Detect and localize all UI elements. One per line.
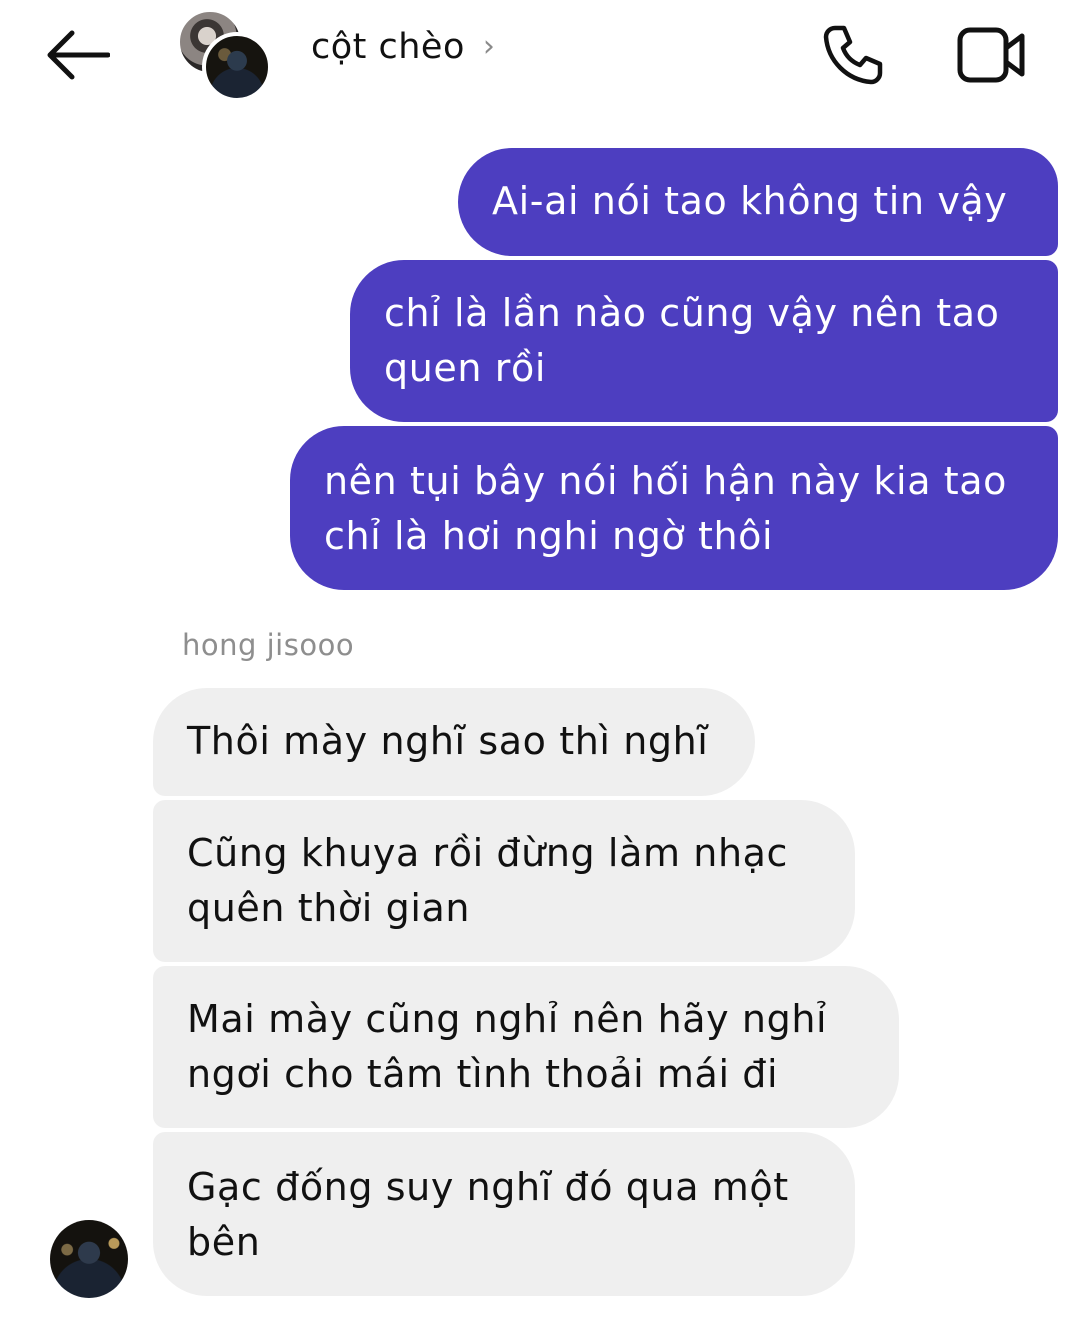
outgoing-message[interactable]: chỉ là lần nào cũng vậy nên tao quen rồi (350, 260, 1058, 422)
message-line: quên thời gian (187, 886, 471, 930)
back-button[interactable] (40, 22, 114, 88)
message-line: Ai-ai nói tao không tin vậy (492, 179, 1008, 223)
video-call-button[interactable] (952, 20, 1032, 90)
video-camera-icon (957, 27, 1025, 83)
outgoing-message[interactable]: Ai-ai nói tao không tin vậy (458, 148, 1058, 256)
message-line: nên tụi bây nói hối hận này kia tao (324, 459, 1007, 503)
group-avatar[interactable] (176, 6, 274, 102)
chat-title[interactable]: cột chèo › (311, 24, 495, 70)
member-avatar-2 (202, 32, 272, 102)
chat-title-text: cột chèo (311, 27, 465, 67)
chat-screen: cột chèo › Ai-ai nói tao không tin vậy c… (0, 0, 1080, 1330)
arrow-left-icon (47, 30, 110, 80)
message-line: quen rồi (384, 346, 546, 390)
incoming-message[interactable]: Gạc đống suy nghĩ đó qua một bên (153, 1132, 855, 1296)
message-line: chỉ là hơi nghi ngờ thôi (324, 514, 774, 558)
message-line: Gạc đống suy nghĩ đó qua một (187, 1165, 789, 1209)
sender-name: hong jisooo (182, 628, 355, 662)
message-line: Thôi mày nghĩ sao thì nghĩ (187, 719, 709, 763)
phone-icon (823, 25, 883, 85)
incoming-message[interactable]: Cũng khuya rồi đừng làm nhạc quên thời g… (153, 800, 855, 962)
message-line: chỉ là lần nào cũng vậy nên tao (384, 291, 1000, 335)
message-line: Cũng khuya rồi đừng làm nhạc (187, 831, 789, 875)
outgoing-message[interactable]: nên tụi bây nói hối hận này kia tao chỉ … (290, 426, 1058, 590)
voice-call-button[interactable] (818, 20, 888, 90)
message-line: Mai mày cũng nghỉ nên hãy nghỉ (187, 997, 828, 1041)
chat-header: cột chèo › (0, 0, 1080, 112)
incoming-message[interactable]: Mai mày cũng nghỉ nên hãy nghỉ ngơi cho … (153, 966, 899, 1128)
chevron-right-icon: › (482, 29, 495, 64)
incoming-message[interactable]: Thôi mày nghĩ sao thì nghĩ (153, 688, 755, 796)
message-line: bên (187, 1220, 261, 1264)
message-line: ngơi cho tâm tình thoải mái đi (187, 1052, 779, 1096)
sender-avatar[interactable] (50, 1220, 128, 1298)
